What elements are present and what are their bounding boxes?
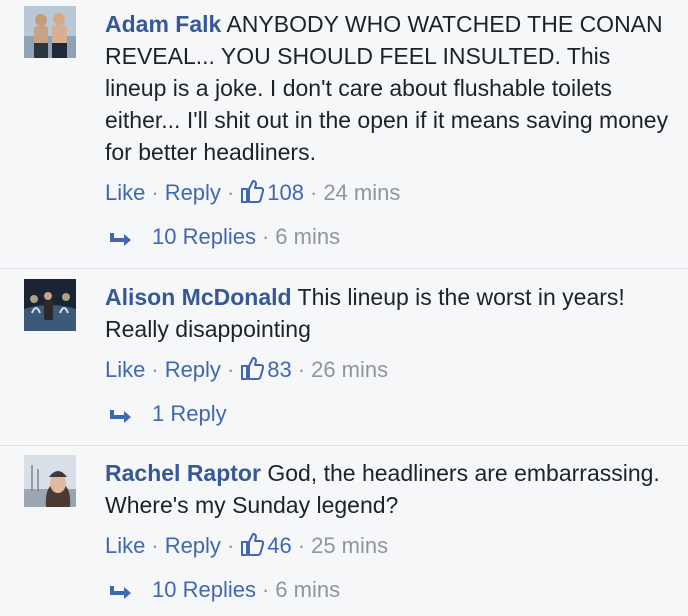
avatar[interactable] xyxy=(24,279,76,331)
like-button[interactable]: Like xyxy=(105,180,145,205)
view-replies[interactable]: 10 Replies · 6 mins xyxy=(108,222,340,252)
replies-link[interactable]: 10 Replies xyxy=(152,577,256,602)
like-count[interactable]: 108 xyxy=(267,180,304,205)
like-button[interactable]: Like xyxy=(105,357,145,382)
avatar-photo-woman-beanie xyxy=(24,455,76,507)
comment: Rachel Raptor God, the headliners are em… xyxy=(0,445,688,616)
comment-text: Adam Falk ANYBODY WHO WATCHED THE CONAN … xyxy=(105,8,670,168)
avatar-photo-two-men xyxy=(24,6,76,58)
author-name[interactable]: Adam Falk xyxy=(105,11,221,37)
replies-link[interactable]: 1 Reply xyxy=(152,401,227,426)
author-name[interactable]: Alison McDonald xyxy=(105,284,292,310)
avatar-photo-night-fountain xyxy=(24,279,76,331)
timestamp[interactable]: 25 mins xyxy=(311,533,388,558)
reply-button[interactable]: Reply xyxy=(165,357,221,382)
author-name[interactable]: Rachel Raptor xyxy=(105,460,261,486)
thumbs-up-icon xyxy=(240,178,265,204)
thumbs-up-icon xyxy=(240,355,265,381)
timestamp[interactable]: 26 mins xyxy=(311,357,388,382)
thumbs-up-icon xyxy=(240,531,265,557)
comment-text: Rachel Raptor God, the headliners are em… xyxy=(105,457,670,521)
like-count[interactable]: 46 xyxy=(267,533,291,558)
avatar[interactable] xyxy=(24,455,76,507)
reply-arrow-icon xyxy=(108,227,134,249)
comment-text: Alison McDonald This lineup is the worst… xyxy=(105,281,670,345)
comment-thread: Adam Falk ANYBODY WHO WATCHED THE CONAN … xyxy=(0,0,688,616)
timestamp[interactable]: 24 mins xyxy=(323,180,400,205)
view-replies[interactable]: 1 Reply xyxy=(108,399,227,429)
reply-arrow-icon xyxy=(108,404,134,426)
like-button[interactable]: Like xyxy=(105,533,145,558)
reply-arrow-icon xyxy=(108,580,134,602)
replies-timestamp: 6 mins xyxy=(275,224,341,249)
comment: Adam Falk ANYBODY WHO WATCHED THE CONAN … xyxy=(0,0,688,268)
view-replies[interactable]: 10 Replies · 6 mins xyxy=(108,575,340,605)
reply-button[interactable]: Reply xyxy=(165,180,221,205)
comment-actions: Like · Reply · 83 · 26 mins xyxy=(105,355,389,382)
replies-link[interactable]: 10 Replies xyxy=(152,224,256,249)
comment-actions: Like · Reply · 108 · 24 mins xyxy=(105,178,401,205)
reply-button[interactable]: Reply xyxy=(165,533,221,558)
replies-timestamp: 6 mins xyxy=(275,577,341,602)
like-count[interactable]: 83 xyxy=(267,357,291,382)
avatar[interactable] xyxy=(24,6,76,58)
comment-actions: Like · Reply · 46 · 25 mins xyxy=(105,531,389,558)
comment: Alison McDonald This lineup is the worst… xyxy=(0,268,688,445)
